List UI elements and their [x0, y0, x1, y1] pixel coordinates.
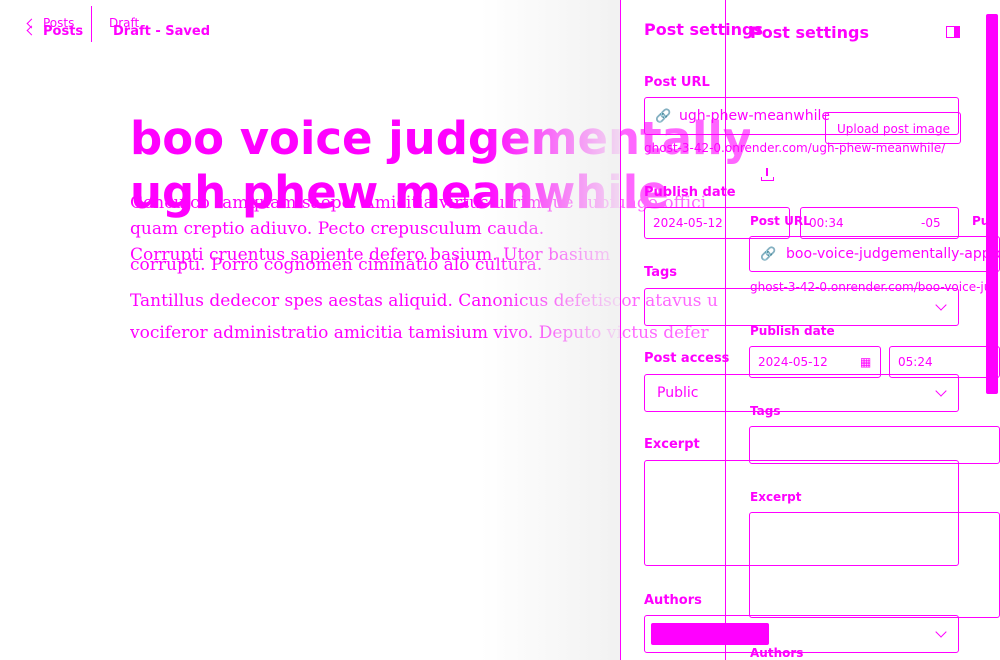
- clipped-label: Pu: [972, 214, 990, 228]
- tags-field[interactable]: [749, 426, 1000, 464]
- panel-title: Post settings: [750, 23, 869, 42]
- calendar-icon[interactable]: ▦: [860, 355, 871, 369]
- link-icon: 🔗: [760, 247, 777, 262]
- publish-time-field[interactable]: 05:24: [889, 346, 1000, 378]
- status-label: Draft - Saved: [113, 24, 211, 39]
- excerpt-label: Excerpt: [750, 490, 802, 504]
- authors-label: Authors: [750, 646, 804, 660]
- post-url-hint: ghost-3-42-0.onrender.com/boo-voice-ju: [750, 280, 992, 294]
- publish-date-label: Publish date: [644, 185, 736, 200]
- link-icon: 🔗: [655, 109, 672, 124]
- authors-label: Authors: [644, 593, 702, 608]
- editor-fade: [480, 0, 620, 660]
- publish-date-value: 2024-05-12: [653, 216, 723, 230]
- publish-date-field[interactable]: 2024-05-12 ▦: [749, 346, 881, 378]
- nav-divider: [91, 6, 92, 42]
- excerpt-textarea[interactable]: [749, 512, 1000, 618]
- back-to-posts-link[interactable]: Posts Posts: [26, 16, 86, 40]
- chevron-left-icon: [26, 25, 37, 36]
- publish-date-label: Publish date: [750, 324, 835, 338]
- excerpt-label: Excerpt: [644, 437, 700, 452]
- upload-image-label: Upload post image: [837, 122, 950, 136]
- post-access-label: Post access: [644, 351, 730, 366]
- post-url-label: Post URL: [644, 75, 710, 90]
- post-url-field[interactable]: 🔗 boo-voice-judgementally-approa: [749, 236, 1000, 272]
- panel-toggle-icon[interactable]: [946, 26, 960, 38]
- publish-time-value: 05:24: [898, 355, 933, 369]
- upload-icon: [761, 168, 774, 182]
- upload-image-button[interactable]: Upload post image: [825, 112, 961, 144]
- back-label: Posts: [43, 24, 84, 39]
- post-access-value: Public: [657, 385, 699, 401]
- panel-scrollbar[interactable]: [986, 14, 998, 394]
- post-url-label: Post URL: [750, 214, 811, 228]
- tags-label: Tags: [750, 404, 781, 418]
- post-url-value: boo-voice-judgementally-approa: [786, 246, 1000, 262]
- tags-label: Tags: [644, 265, 678, 280]
- publish-date-value: 2024-05-12: [758, 355, 828, 369]
